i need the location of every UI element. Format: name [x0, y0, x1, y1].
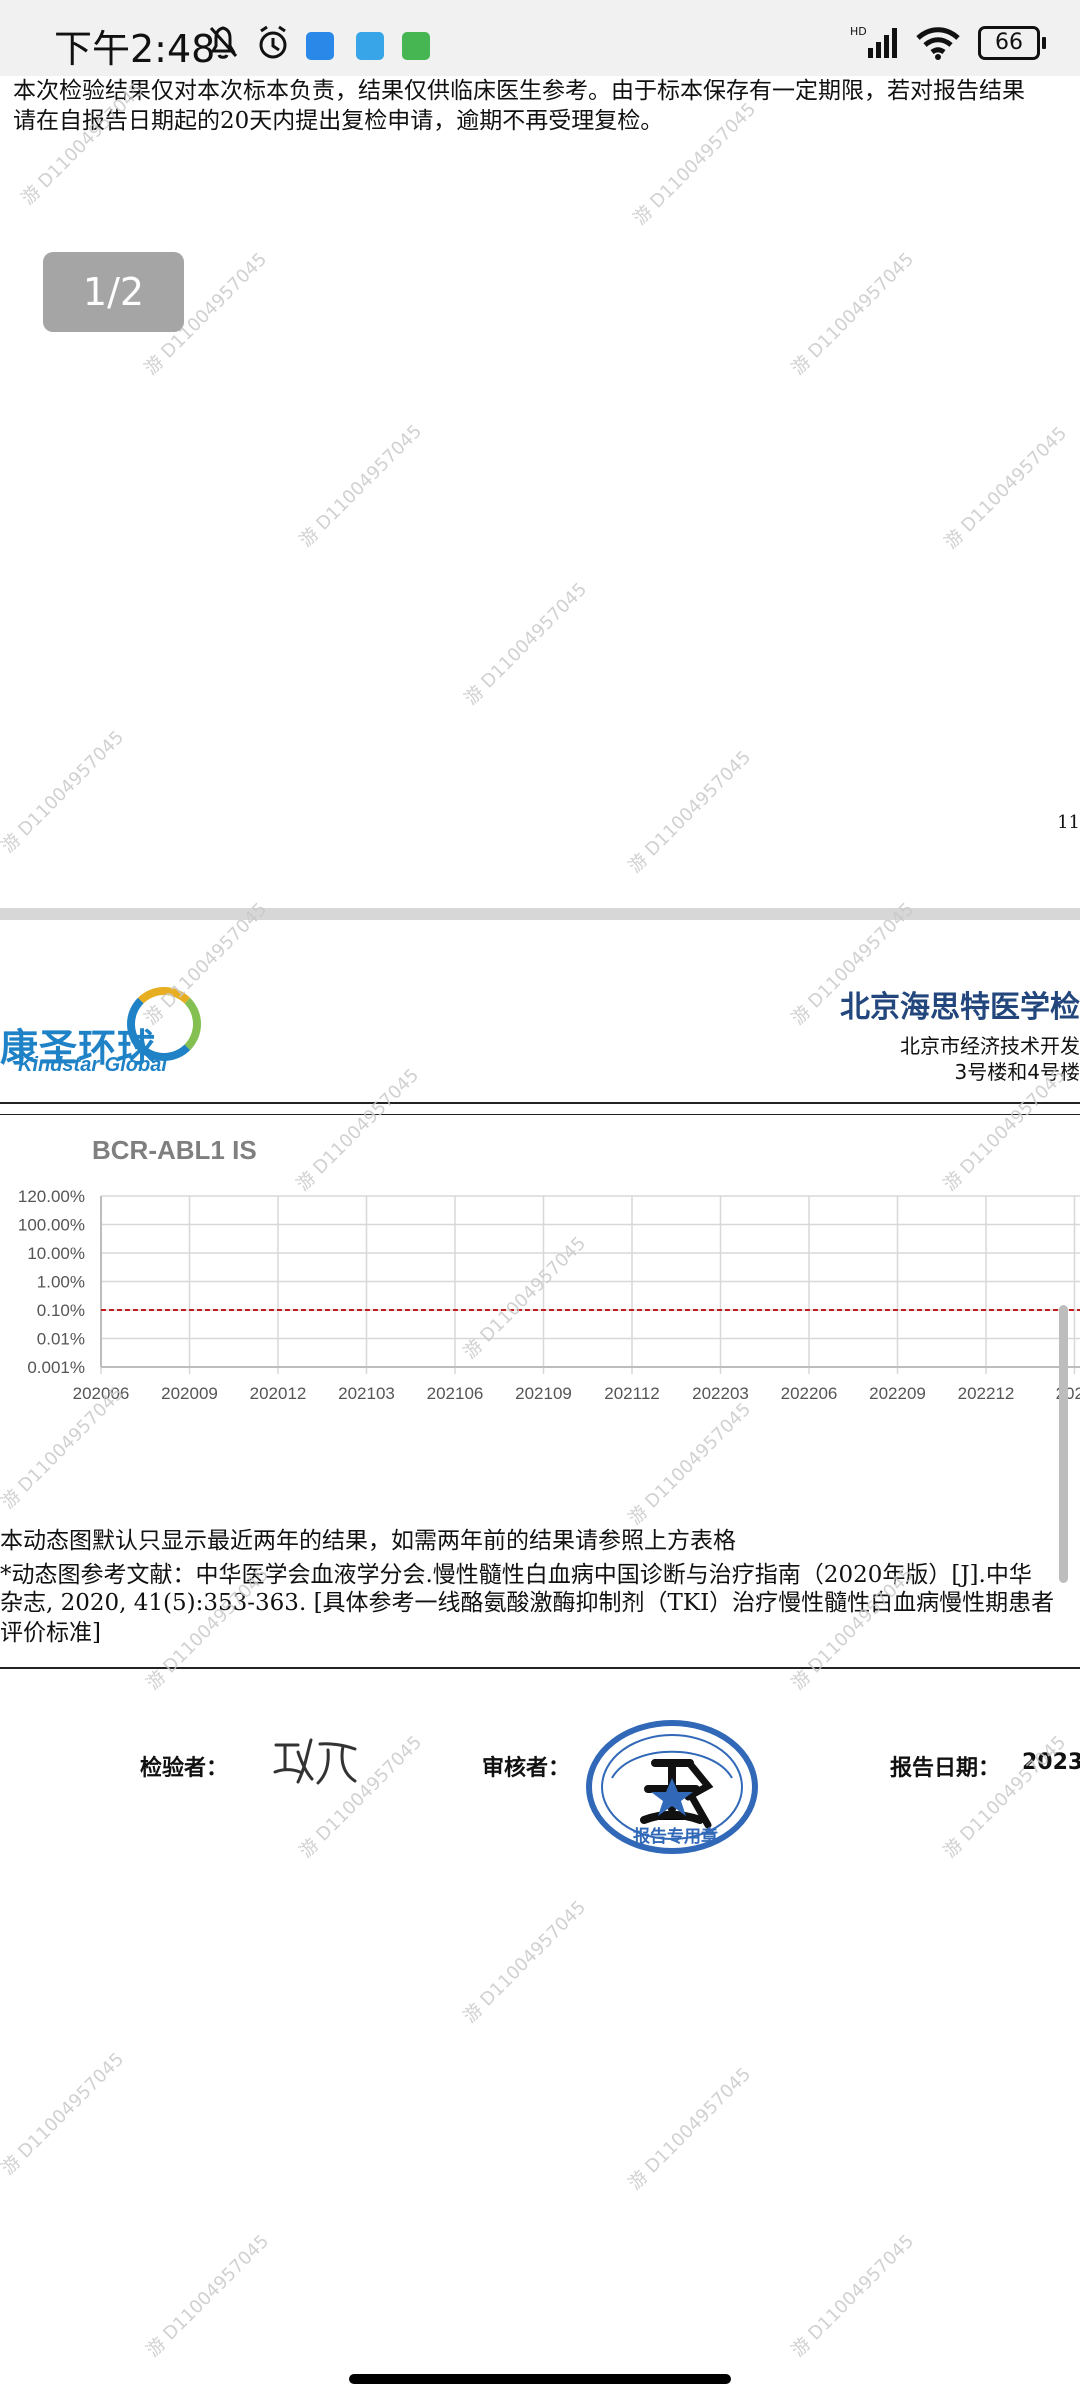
y-tick-label: 0.10% [37, 1301, 85, 1320]
x-tick-label: 202103 [338, 1384, 395, 1403]
android-app-icon [402, 32, 430, 60]
y-tick-label: 10.00% [27, 1244, 85, 1263]
x-tick-label: 202109 [515, 1384, 572, 1403]
cloud-app-icon [306, 32, 334, 60]
inspector-signature [273, 1738, 357, 1785]
inspector-label: 检验者： [140, 1756, 229, 1781]
status-time: 下午2:48 [54, 27, 216, 71]
signal-icon: HD [850, 25, 897, 58]
alarm-icon [259, 25, 287, 59]
report-stamp: 报告专用章 [586, 1720, 758, 1854]
page-indicator: 1/2 [43, 252, 184, 332]
y-tick-label: 0.01% [37, 1330, 85, 1349]
wifi-icon [916, 27, 960, 60]
battery-icon: 66 [978, 26, 1046, 60]
x-tick-label: 202209 [869, 1384, 926, 1403]
x-tick-label: 202212 [958, 1384, 1015, 1403]
notice-line-1: 本次检验结果仅对本次标本负责，结果仅供临床医生参考。由于标本保存有一定期限，若对… [13, 78, 1025, 104]
hd-label: HD [850, 25, 867, 38]
x-tick-label: 202106 [427, 1384, 484, 1403]
x-tick-label: 202009 [161, 1384, 218, 1403]
y-tick-label: 0.001% [27, 1358, 85, 1377]
reference-line-1: *动态图参考文献：中华医学会血液学分会.慢性髓性白血病中国诊断与治疗指南（202… [0, 1562, 1032, 1588]
signature-row: 检验者： 审核者： 报告专用章 报告日期： 2023- [0, 1700, 1080, 1880]
message-app-icon [356, 32, 384, 60]
x-tick-label: 202206 [781, 1384, 838, 1403]
reviewer-label: 审核者： [482, 1756, 571, 1781]
muted-bell-icon [209, 26, 238, 59]
header-rule-top [0, 1102, 1080, 1104]
reference-line-2: 杂志, 2020, 41(5):353-363. [具体参考一线酪氨酸激酶抑制剂… [0, 1590, 1055, 1616]
report-date-label: 报告日期： [890, 1756, 1001, 1781]
reference-line-3: 评价标准] [0, 1620, 101, 1646]
notice-line-2: 请在自报告日期起的20天内提出复检申请，逾期不再受理复检。 [13, 108, 664, 134]
status-bar: 下午2:48 HD 66 [0, 0, 1080, 76]
y-tick-label: 120.00% [18, 1187, 85, 1206]
stamp-bottom-text: 报告专用章 [633, 1826, 718, 1847]
y-tick-label: 1.00% [37, 1273, 85, 1292]
right-status-icons: HD 66 [850, 24, 1046, 62]
page-number: 11 [1057, 812, 1080, 833]
home-indicator[interactable] [349, 2374, 731, 2384]
dynamic-chart-note: 本动态图默认只显示最近两年的结果，如需两年前的结果请参照上方表格 [0, 1528, 736, 1554]
logo-english-text: Kindstar Global [18, 1054, 167, 1076]
previous-report-page: 本次检验结果仅对本次标本负责，结果仅供临床医生参考。由于标本保存有一定期限，若对… [0, 76, 1080, 906]
report-page: 康圣环球 Kindstar Global 北京海思特医学检 北京市经济技术开发 … [0, 920, 1080, 2370]
address-line-1: 北京市经济技术开发 [900, 1034, 1080, 1058]
y-tick-label: 100.00% [18, 1216, 85, 1235]
lab-name: 北京海思特医学检 [840, 990, 1080, 1025]
x-tick-label: 202112 [604, 1384, 659, 1403]
x-tick-label: 202012 [250, 1384, 307, 1403]
